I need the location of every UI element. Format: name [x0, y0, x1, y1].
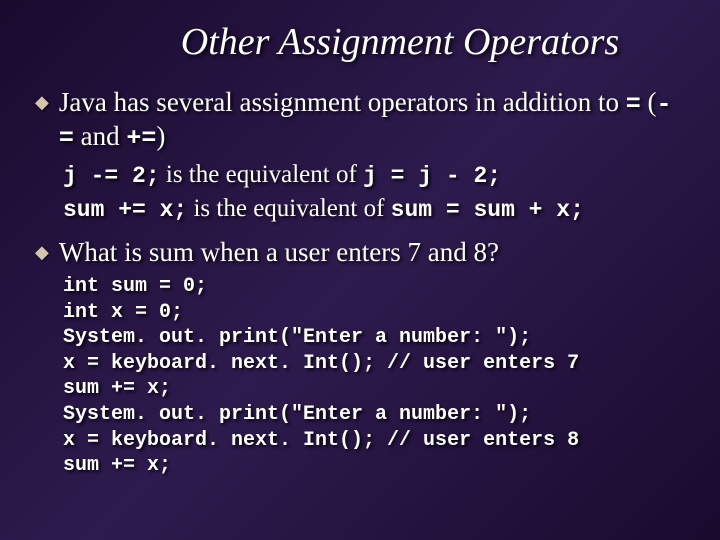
sub-2: sum += x; is the equivalent of sum = sum…: [63, 193, 685, 226]
sub1-code1: j -= 2;: [63, 163, 160, 189]
diamond-icon: ◆: [35, 242, 49, 263]
bullet-1: ◆ Java has several assignment operators …: [35, 86, 685, 155]
sub-1: j -= 2; is the equivalent of j = j - 2;: [63, 159, 685, 192]
sub2-code2: sum = sum + x;: [391, 197, 584, 223]
code-line: int sum = 0;: [63, 275, 207, 298]
code-line: int x = 0;: [63, 301, 183, 324]
code-block: int sum = 0; int x = 0; System. out. pri…: [63, 274, 685, 479]
paren-close: ): [156, 121, 165, 151]
sub2-code1: sum += x;: [63, 197, 187, 223]
slide-title: Other Assignment Operators: [35, 20, 685, 64]
bullet-1-pre: Java has several assignment operators in…: [59, 87, 626, 117]
code-eq: =: [626, 90, 641, 119]
code-line: sum += x;: [63, 454, 171, 477]
diamond-icon: ◆: [35, 92, 49, 113]
slide-container: Other Assignment Operators ◆ Java has se…: [0, 0, 720, 499]
code-line: sum += x;: [63, 377, 171, 400]
bullet-2: ◆ What is sum when a user enters 7 and 8…: [35, 236, 685, 270]
code-plus-eq: +=: [126, 124, 156, 153]
bullet-2-text: What is sum when a user enters 7 and 8?: [59, 236, 499, 270]
code-line: x = keyboard. next. Int(); // user enter…: [63, 352, 579, 375]
code-line: x = keyboard. next. Int(); // user enter…: [63, 429, 579, 452]
and-text: and: [74, 121, 126, 151]
sub2-mid: is the equivalent of: [187, 195, 390, 222]
bullet-1-text: Java has several assignment operators in…: [59, 86, 685, 155]
code-line: System. out. print("Enter a number: ");: [63, 403, 531, 426]
code-line: System. out. print("Enter a number: ");: [63, 326, 531, 349]
sub1-mid: is the equivalent of: [160, 161, 363, 188]
sub1-code2: j = j - 2;: [363, 163, 501, 189]
paren-open: (: [641, 87, 657, 117]
